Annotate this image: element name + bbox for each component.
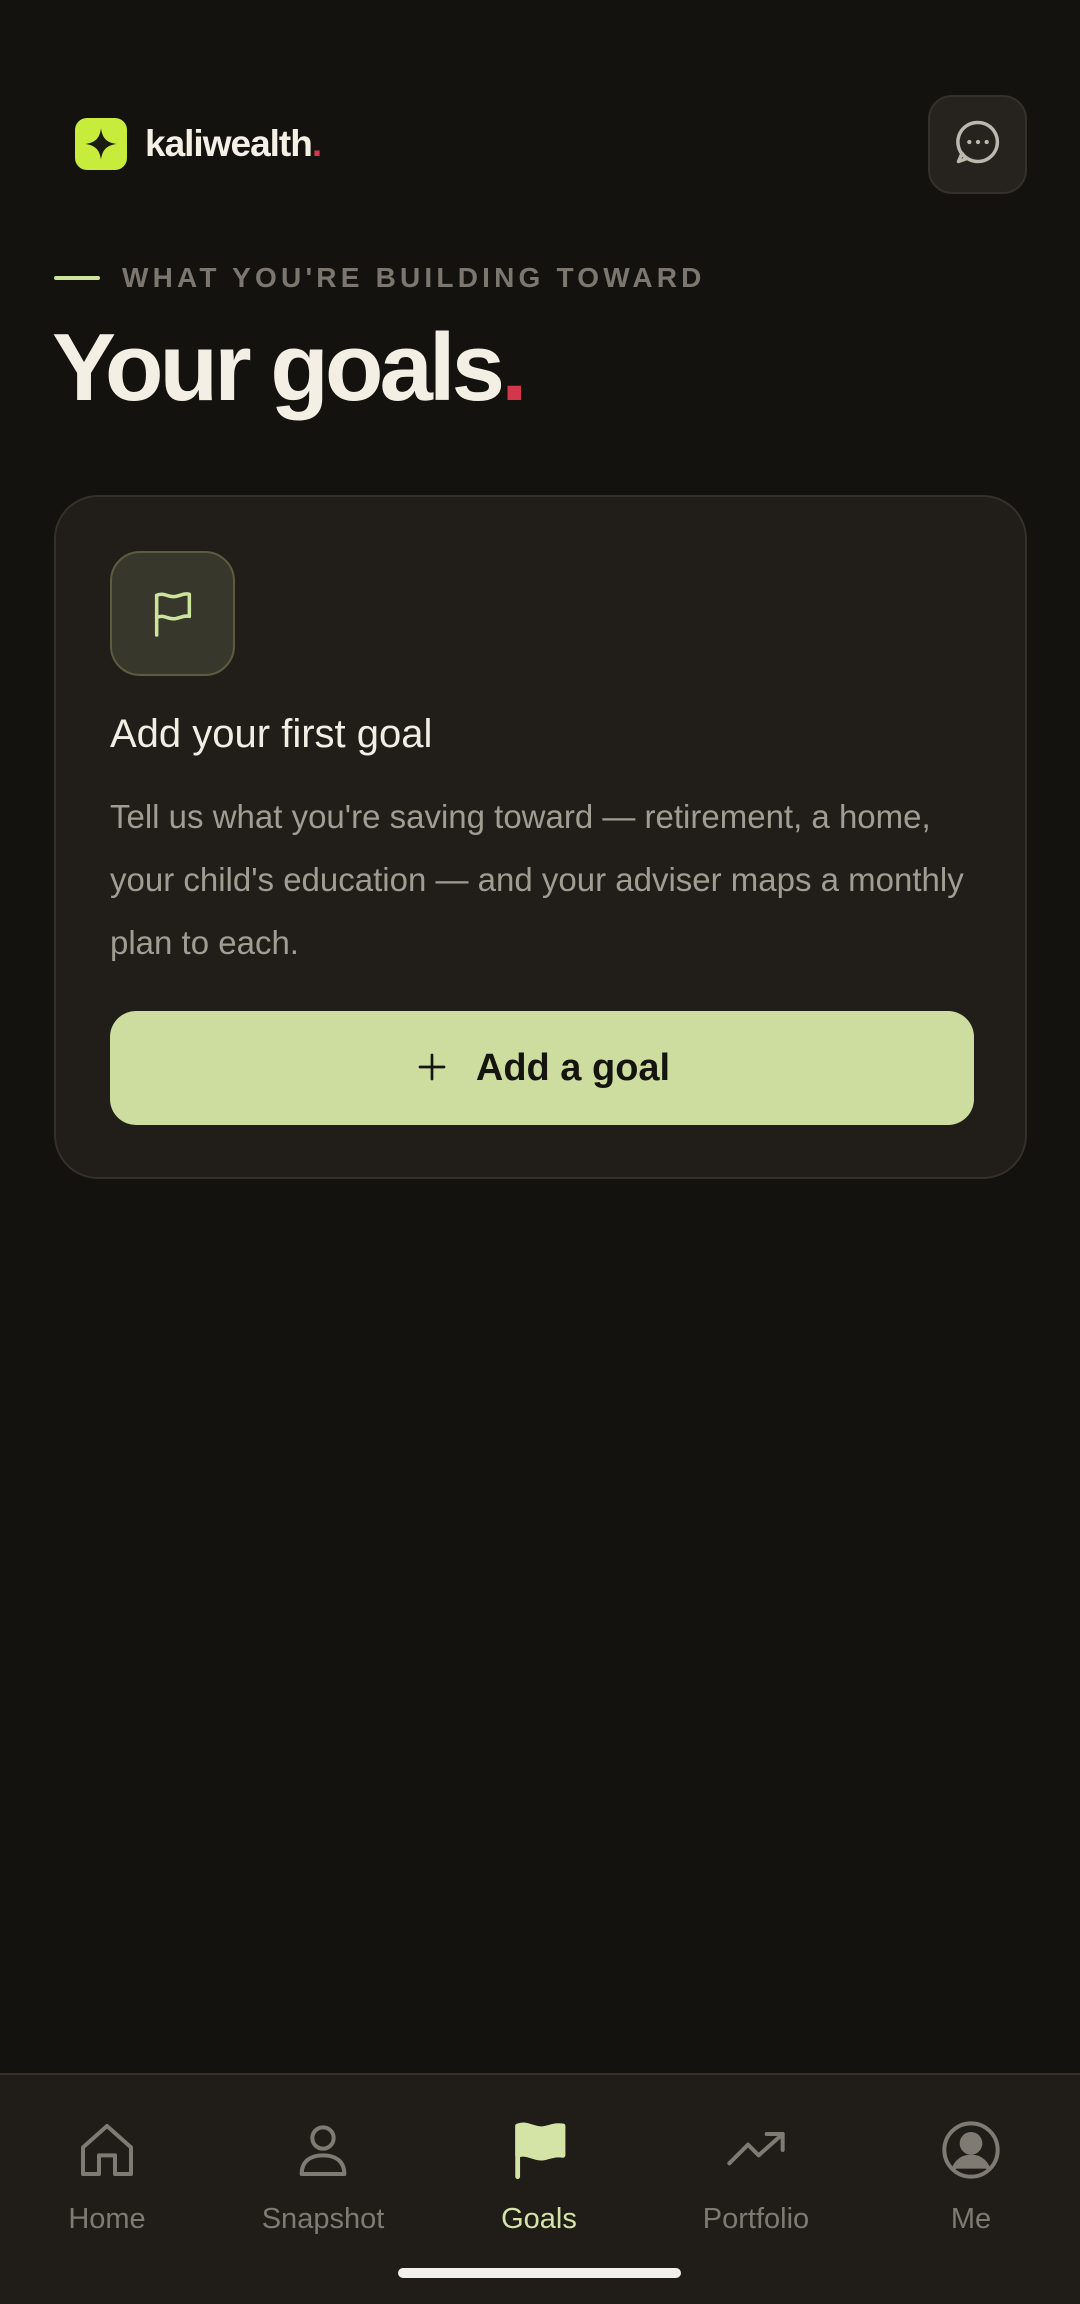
page-title-text: Your goals — [52, 314, 505, 421]
nav-item-goals[interactable]: Goals — [439, 2115, 639, 2245]
nav-item-me[interactable]: Me — [871, 2115, 1071, 2245]
brand[interactable]: kaliwealth. — [75, 118, 322, 170]
nav-label-snapshot: Snapshot — [261, 2203, 385, 2235]
brand-dot: . — [311, 123, 322, 164]
flag-icon — [507, 2115, 571, 2185]
sparkle-icon — [75, 118, 127, 170]
card-description: Tell us what you're saving toward — reti… — [110, 798, 964, 961]
nav-label-me: Me — [950, 2203, 992, 2235]
eyebrow-rule — [54, 276, 100, 280]
flag-icon — [110, 551, 235, 676]
nav-item-portfolio[interactable]: Portfolio — [656, 2115, 856, 2245]
nav-label-goals: Goals — [501, 2203, 577, 2235]
chat-button[interactable] — [928, 95, 1027, 194]
nav-label-home: Home — [68, 2203, 146, 2235]
plus-icon — [414, 1049, 450, 1088]
person-icon — [291, 2115, 355, 2185]
empty-goals-card: Add your first goal Tell us what you're … — [54, 495, 1027, 1179]
brand-name: kaliwealth. — [145, 123, 322, 164]
card-title: Add your first goal — [110, 712, 433, 756]
trending-up-icon — [724, 2115, 788, 2185]
add-goal-button-label: Add a goal — [475, 1046, 671, 1089]
page-title-dot: . — [500, 314, 528, 421]
nav-label-portfolio: Portfolio — [702, 2203, 810, 2235]
nav-item-snapshot[interactable]: Snapshot — [223, 2115, 423, 2245]
home-icon — [75, 2115, 139, 2185]
add-goal-button[interactable]: Add a goal — [110, 1011, 974, 1125]
chat-bubble-icon — [952, 116, 1004, 173]
nav-item-home[interactable]: Home — [7, 2115, 207, 2245]
eyebrow-text: WHAT YOU'RE BUILDING TOWARD — [122, 262, 706, 293]
profile-circle-icon — [939, 2115, 1003, 2185]
goals-screen: kaliwealth. WHAT YOU'RE BUILDING TOWARD … — [0, 0, 1080, 2304]
page-title: Your goals. — [52, 317, 528, 419]
home-indicator[interactable] — [398, 2268, 681, 2278]
section-eyebrow: WHAT YOU'RE BUILDING TOWARD — [54, 262, 706, 294]
